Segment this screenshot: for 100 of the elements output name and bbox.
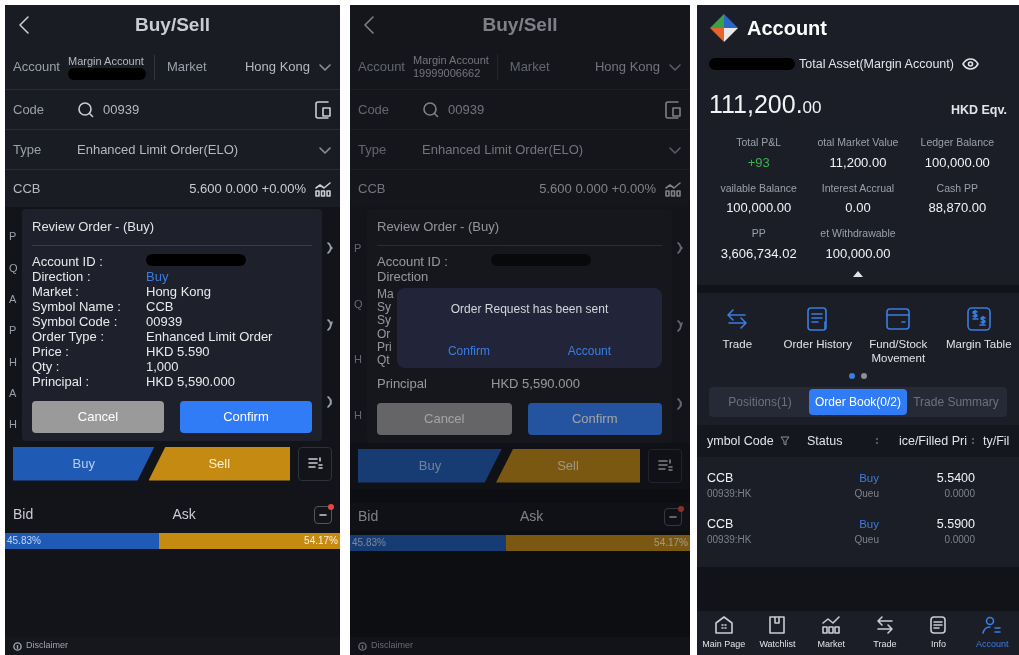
detail-label: Ma: [377, 287, 393, 301]
detail-value: Enhanced Limit Order: [146, 328, 274, 344]
chart-icon[interactable]: [664, 179, 682, 198]
order-type-value[interactable]: Enhanced Limit Order(ELO): [77, 139, 239, 160]
row-label: H: [9, 417, 18, 433]
filter-icon[interactable]: [779, 436, 790, 446]
disclaimer-link[interactable]: Disclaimer: [371, 639, 413, 653]
buy-button[interactable]: Buy: [13, 446, 155, 481]
field-label: Market: [509, 58, 550, 77]
sell-button[interactable]: Sell: [496, 448, 640, 483]
order-row[interactable]: CCB 00939:HK Buy Queu 5.5900 0.0000: [697, 509, 1019, 555]
nav-tab[interactable]: Watchlist: [750, 614, 805, 652]
detail-value: HKD 5,590.000: [491, 375, 581, 391]
dialog-title: Review Order - (Buy): [32, 217, 312, 246]
order-side: Buy: [859, 471, 879, 486]
quick-action[interactable]: Order History: [777, 305, 858, 365]
tab[interactable]: Trade Summary: [907, 389, 1005, 415]
metric-label: PP: [750, 225, 767, 241]
account-name: Margin Account: [68, 54, 144, 68]
collapse-icon[interactable]: [319, 512, 327, 517]
collapse-icon[interactable]: [669, 514, 677, 519]
order-list-button[interactable]: [298, 446, 332, 481]
tab[interactable]: Order Book(0/2): [809, 389, 907, 415]
account-selector[interactable]: Margin Account 19999006662: [413, 54, 498, 80]
alert-button[interactable]: Confirm: [447, 341, 490, 360]
detail-label: Sy: [377, 300, 392, 314]
detail-value: 1,000: [146, 358, 180, 374]
buy-button[interactable]: Buy: [358, 448, 502, 483]
info-icon: [13, 641, 22, 651]
order-price: 5.5400: [936, 471, 975, 486]
back-icon[interactable]: [362, 15, 376, 35]
quick-action[interactable]: Margin Table: [938, 305, 1019, 365]
cancel-button[interactable]: Cancel: [377, 402, 512, 435]
field-label: Type: [13, 140, 43, 159]
field-label: Account: [13, 58, 60, 77]
account-selector[interactable]: Margin Account: [68, 54, 155, 80]
detail-value: HKD 5,590.000: [146, 373, 236, 389]
search-icon[interactable]: [422, 100, 440, 119]
metric-value: 11,200.00: [828, 154, 888, 172]
sell-button[interactable]: Sell: [148, 446, 290, 481]
nav-tab[interactable]: Info: [911, 614, 966, 652]
home-icon: [712, 614, 735, 637]
nav-tab[interactable]: Trade: [858, 614, 912, 652]
detail-label: Direction :: [32, 268, 92, 284]
sort-icon[interactable]: [971, 436, 975, 446]
order-row[interactable]: CCB 00939:HK Buy Queu 5.5400 0.0000: [697, 463, 1019, 509]
nav-tab[interactable]: Account: [965, 614, 1019, 652]
detail-label: Account ID :: [377, 253, 449, 269]
metric-value: +93: [746, 154, 771, 172]
quick-action[interactable]: Trade: [697, 305, 778, 365]
account-name: Margin Account: [413, 54, 489, 67]
order-list-button[interactable]: [648, 448, 682, 483]
stock-code: 00939:HK: [707, 487, 753, 501]
stock-name: CCB: [707, 471, 735, 486]
tab[interactable]: Positions(1): [711, 389, 809, 415]
chart-icon[interactable]: [314, 179, 332, 198]
column-header: ice/Filled Pri: [898, 432, 967, 450]
row-label: P: [9, 323, 18, 339]
column-header: ymbol Code: [707, 432, 774, 450]
quick-action[interactable]: Fund/Stock Movement: [858, 305, 939, 365]
back-icon[interactable]: [17, 15, 31, 35]
alert-button[interactable]: Account: [567, 341, 612, 360]
row-label: P: [9, 229, 18, 245]
detail-label: Pri: [377, 341, 393, 355]
column-header: ty/Fil: [983, 432, 1009, 450]
bid-label: Bid: [358, 507, 380, 526]
column-header: Status: [807, 432, 843, 450]
order-price: 5.5900: [936, 517, 975, 532]
nav-tab[interactable]: Market: [804, 614, 858, 652]
row-label: P: [354, 241, 363, 257]
code-field[interactable]: 00939: [448, 99, 485, 120]
detail-label: Qty :: [32, 358, 61, 374]
metric-value: 100,000.00: [923, 154, 991, 172]
field-label: Account: [358, 58, 405, 77]
collapse-caret-icon[interactable]: [853, 271, 863, 277]
detail-label: Qt: [377, 354, 391, 368]
metric-value: 100,000.00: [824, 244, 892, 263]
order-type-value[interactable]: Enhanced Limit Order(ELO): [422, 139, 584, 160]
stock-name: CCB: [13, 179, 41, 198]
market-value[interactable]: Hong Kong: [244, 57, 310, 77]
row-label: Q: [354, 296, 364, 312]
detail-value: Buy: [146, 268, 170, 284]
logo-icon: [709, 13, 739, 43]
stock-name: CCB: [707, 517, 735, 532]
eye-icon[interactable]: [961, 58, 979, 71]
alert-message: Order Request has been sent: [450, 300, 609, 318]
row-label: A: [9, 386, 18, 402]
market-value[interactable]: Hong Kong: [594, 57, 660, 77]
confirm-button[interactable]: Confirm: [527, 402, 662, 435]
code-field[interactable]: 00939: [103, 99, 140, 120]
sort-icon[interactable]: [875, 436, 879, 446]
search-icon[interactable]: [77, 100, 95, 119]
nav-tab[interactable]: Main Page: [697, 614, 751, 652]
cancel-button[interactable]: Cancel: [32, 400, 164, 433]
detail-label: Symbol Name :: [32, 298, 122, 314]
confirm-button[interactable]: Confirm: [180, 400, 312, 433]
metric-label: otal Market Value: [816, 135, 900, 151]
detail-label: Or: [377, 327, 392, 341]
detail-label: Symbol Code :: [32, 313, 119, 329]
disclaimer-link[interactable]: Disclaimer: [26, 639, 68, 653]
